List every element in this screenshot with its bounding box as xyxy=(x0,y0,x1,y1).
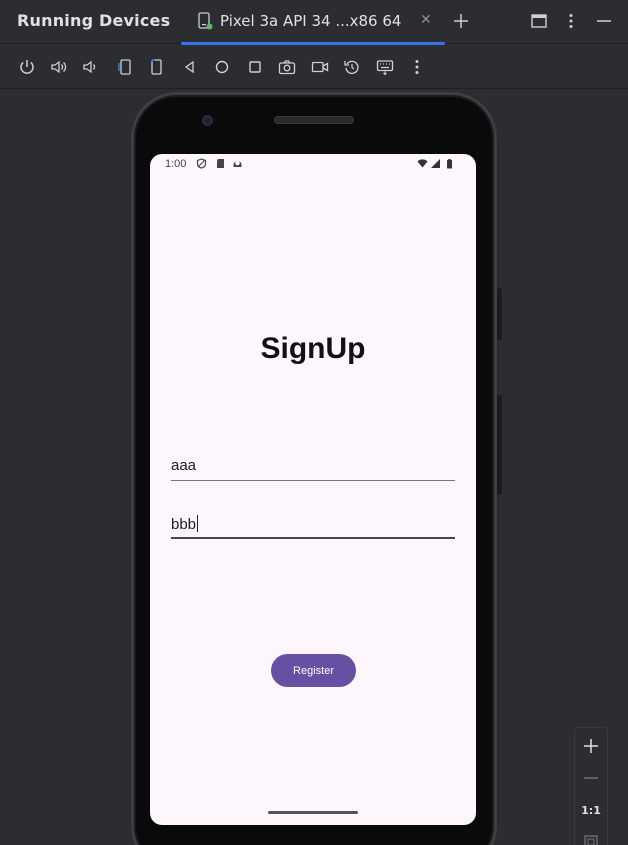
overview-icon[interactable] xyxy=(244,56,266,78)
zoom-in-button[interactable] xyxy=(575,730,607,762)
status-time: 1:00 xyxy=(165,158,187,170)
password-field[interactable]: bbb xyxy=(171,511,455,539)
device-display-area: 1:00 SignUp aaa bbb Register 1:1 xyxy=(0,90,628,845)
status-bar: 1:00 xyxy=(150,154,476,176)
plus-icon xyxy=(584,739,598,753)
register-button[interactable]: Register xyxy=(271,654,356,687)
minus-icon xyxy=(584,777,598,779)
wifi-icon xyxy=(417,159,428,168)
front-camera xyxy=(202,115,213,126)
title-bar: Running Devices Pixel 3a API 34 ...x86 6… xyxy=(0,0,628,45)
tab-pixel-3a[interactable]: Pixel 3a API 34 ...x86 64 ✕ xyxy=(181,0,445,45)
rotate-right-icon[interactable] xyxy=(146,56,168,78)
zoom-out-button[interactable] xyxy=(575,762,607,794)
fit-screen-button[interactable] xyxy=(575,826,607,845)
panel-title: Running Devices xyxy=(17,11,171,30)
minimize-icon[interactable] xyxy=(593,10,615,32)
zoom-controls: 1:1 xyxy=(574,727,608,845)
toolbar-more-icon[interactable] xyxy=(406,56,428,78)
close-icon[interactable]: ✕ xyxy=(420,12,432,28)
restore-layout-icon[interactable] xyxy=(528,10,550,32)
add-tab-icon[interactable] xyxy=(450,10,472,32)
signal-icon xyxy=(431,159,440,168)
volume-down-icon[interactable] xyxy=(79,56,101,78)
shield-icon xyxy=(196,158,207,169)
reset-orientation-icon[interactable] xyxy=(341,56,363,78)
rotate-left-icon[interactable] xyxy=(113,56,135,78)
battery-icon xyxy=(447,159,452,169)
username-field[interactable]: aaa xyxy=(171,453,455,481)
keyboard-icon[interactable] xyxy=(374,56,396,78)
actual-size-button[interactable]: 1:1 xyxy=(575,794,607,826)
back-icon[interactable] xyxy=(179,56,201,78)
more-options-icon[interactable] xyxy=(560,10,582,32)
volume-up-icon[interactable] xyxy=(48,56,70,78)
device-toolbar xyxy=(0,45,628,89)
phone-power-button xyxy=(497,288,502,340)
page-title: SignUp xyxy=(260,332,366,365)
home-icon[interactable] xyxy=(211,56,233,78)
android-icon xyxy=(233,160,242,167)
gesture-nav-bar[interactable] xyxy=(268,811,358,814)
password-value: bbb xyxy=(171,516,197,533)
screen-record-icon[interactable] xyxy=(309,56,331,78)
actual-size-label: 1:1 xyxy=(581,803,601,817)
phone-volume-button xyxy=(497,395,502,495)
text-caret xyxy=(197,515,199,532)
tab-label: Pixel 3a API 34 ...x86 64 xyxy=(220,12,402,30)
power-icon[interactable] xyxy=(16,56,38,78)
device-icon xyxy=(198,12,213,30)
username-value: aaa xyxy=(171,457,197,474)
earpiece-speaker xyxy=(274,116,354,124)
fit-screen-icon xyxy=(584,835,598,845)
sd-card-icon xyxy=(217,159,224,168)
device-screen[interactable]: 1:00 SignUp aaa bbb Register xyxy=(150,154,476,825)
screenshot-icon[interactable] xyxy=(276,56,298,78)
